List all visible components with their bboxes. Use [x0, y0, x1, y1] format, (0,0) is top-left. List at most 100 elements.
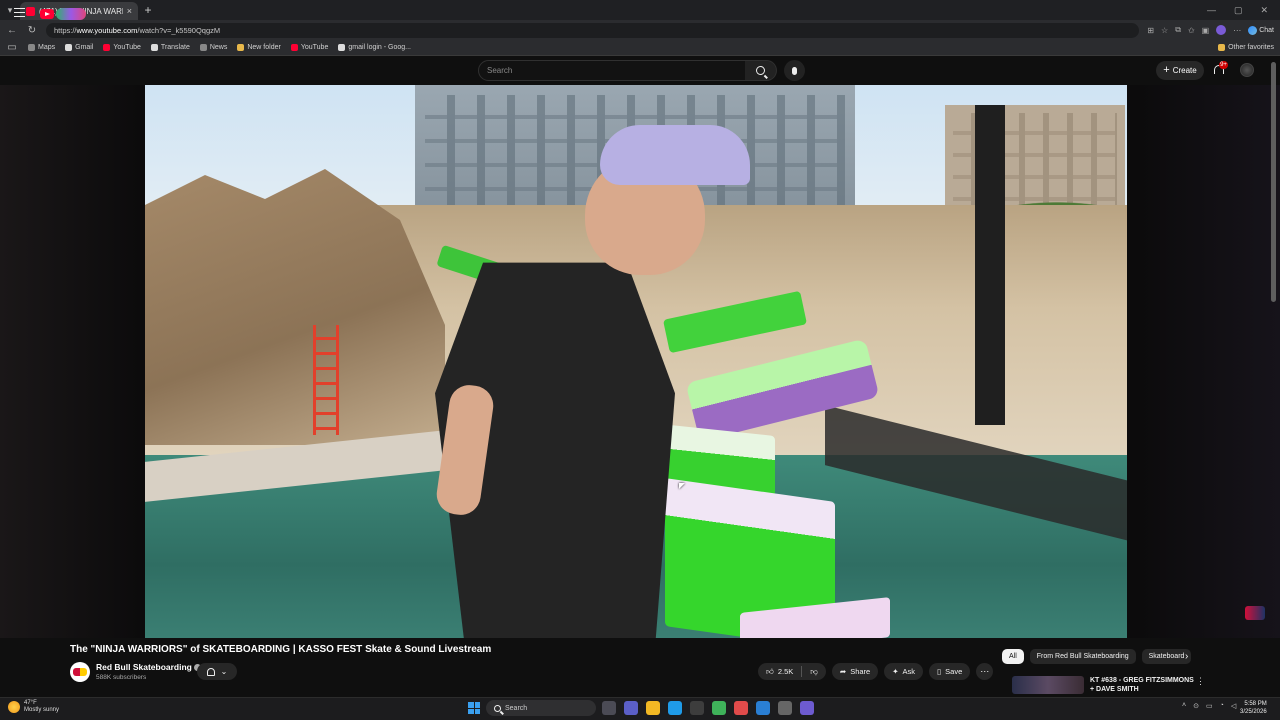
teams-icon[interactable]	[624, 701, 638, 715]
app-icon[interactable]	[778, 701, 792, 715]
profile-icon[interactable]	[1216, 25, 1227, 35]
guide-menu-icon[interactable]	[14, 8, 25, 17]
channel-avatar[interactable]	[70, 662, 90, 682]
folder-icon	[1218, 44, 1226, 51]
bookmark-new-folder[interactable]: New folder	[237, 44, 281, 51]
bookmark-label: Translate	[160, 44, 190, 51]
bookmarks-menu-icon[interactable]: ▭	[6, 42, 18, 53]
favorite-star-icon[interactable]: ☆	[1161, 26, 1168, 35]
edge-icon[interactable]	[668, 701, 682, 715]
recommendation-title-line1: KT #638 - GREG FITZSIMMONS	[1090, 677, 1194, 684]
video-actions: 👍︎ 2.5K 👎︎ ➦ Share ✦ Ask ▯ Save ⋯	[758, 663, 994, 680]
bookmark-maps[interactable]: Maps	[28, 44, 55, 51]
weather-widget[interactable]: 47°F Mostly sunny	[8, 700, 59, 714]
sparkle-icon: ✦	[892, 667, 899, 676]
file-explorer-icon[interactable]	[646, 701, 660, 715]
chevron-down-icon: ⌄	[220, 667, 228, 676]
clock-date: 3/25/2026	[1240, 709, 1267, 715]
other-favorites[interactable]: Other favorites	[1218, 44, 1274, 51]
redbull-logo-icon	[73, 668, 87, 676]
restore-icon[interactable]: ▢	[1234, 5, 1243, 16]
favorites-icon[interactable]: ✩	[1188, 26, 1195, 35]
video-speaker-rig	[975, 105, 1005, 425]
account-avatar[interactable]	[1240, 63, 1254, 77]
search-input[interactable]: Search	[478, 60, 746, 81]
recommendation-title[interactable]: KT #638 - GREG FITZSIMMONS + DAVE SMITH	[1090, 676, 1194, 694]
search-button[interactable]	[745, 60, 777, 81]
window-controls: — ▢ ✕	[1207, 5, 1280, 16]
recommendation-more-icon[interactable]: ⋮	[1196, 676, 1205, 687]
chip-all[interactable]: All	[1002, 649, 1024, 664]
close-window-icon[interactable]: ✕	[1260, 5, 1268, 16]
app-icon[interactable]	[756, 701, 770, 715]
weather-text: 47°F Mostly sunny	[24, 700, 59, 714]
search-placeholder: Search	[487, 66, 513, 75]
taskbar-search[interactable]: Search	[486, 700, 596, 716]
taskbar-clock[interactable]: 5:58 PM 3/25/2026	[1240, 700, 1267, 716]
bookmark-label: Gmail	[75, 44, 94, 51]
url-prefix: https://	[54, 25, 77, 35]
windows-start-icon[interactable]	[468, 702, 480, 714]
save-button[interactable]: ▯ Save	[929, 663, 971, 680]
app-icon[interactable]	[734, 701, 748, 715]
display-icon[interactable]: ▭	[1206, 702, 1213, 710]
close-tab-icon[interactable]: ×	[127, 6, 132, 16]
dislike-button[interactable]: 👎︎	[802, 667, 826, 677]
more-menu-icon[interactable]: ⋯	[1233, 26, 1241, 35]
new-tab-button[interactable]: +	[138, 3, 158, 17]
bookmark-youtube[interactable]: YouTube	[103, 44, 141, 51]
store-icon[interactable]	[690, 701, 704, 715]
app-icon[interactable]	[800, 701, 814, 715]
bookmark-label: YouTube	[113, 44, 141, 51]
collections-icon[interactable]: ▣	[1202, 26, 1210, 35]
bookmark-youtube-2[interactable]: YouTube	[290, 44, 328, 51]
youtube-icon	[290, 44, 298, 51]
bookmark-gmail-login[interactable]: gmail login - Goog...	[338, 44, 411, 51]
bookmark-gmail[interactable]: Gmail	[65, 44, 93, 51]
search-icon	[494, 704, 501, 712]
url-path: /watch?v=_k5590QqgzM	[137, 25, 221, 35]
app-icon[interactable]	[712, 701, 726, 715]
copilot-icon	[1248, 25, 1258, 35]
folder-icon	[237, 44, 245, 51]
chat-button[interactable]: Chat	[1248, 25, 1274, 35]
chip-from-channel[interactable]: From Red Bull Skateboarding	[1029, 649, 1136, 664]
voice-search-button[interactable]	[784, 60, 805, 81]
subscribed-notifications-button[interactable]: ⌄	[197, 663, 237, 680]
volume-icon[interactable]: ◁	[1231, 702, 1236, 710]
recommendation-thumbnail[interactable]	[1012, 676, 1084, 694]
task-view-icon[interactable]	[602, 701, 616, 715]
weather-temp: 47°F	[24, 700, 37, 706]
bookmark-translate[interactable]: Translate	[150, 44, 190, 51]
redbull-watermark-icon[interactable]	[1245, 606, 1265, 620]
page-scrollbar[interactable]	[1271, 62, 1276, 302]
create-label: Create	[1172, 66, 1197, 75]
like-dislike-group: 👍︎ 2.5K 👎︎	[758, 663, 826, 680]
ask-button[interactable]: ✦ Ask	[884, 663, 924, 680]
wifi-icon[interactable]: ◔	[1220, 702, 1224, 710]
refresh-icon[interactable]: ↻	[26, 25, 38, 36]
channel-name[interactable]: Red Bull Skateboarding	[96, 662, 201, 672]
youtube-logo[interactable]	[40, 8, 86, 20]
like-button[interactable]: 👍︎ 2.5K	[758, 667, 801, 677]
sun-icon	[8, 701, 20, 713]
location-icon[interactable]: ⊙	[1193, 702, 1199, 710]
chip-skateboard[interactable]: Skateboard	[1141, 649, 1192, 664]
minimize-icon[interactable]: —	[1207, 5, 1216, 16]
share-button[interactable]: ➦ Share	[831, 663, 879, 680]
notifications-bell-icon[interactable]: 9+	[1212, 61, 1228, 76]
video-player[interactable]	[145, 85, 1127, 638]
create-button[interactable]: + Create	[1156, 61, 1204, 80]
split-screen-icon[interactable]: ⧉	[1175, 25, 1181, 35]
ask-label: Ask	[902, 667, 916, 676]
url-field[interactable]: https://www.youtube.com/watch?v=_k5590Qq…	[46, 22, 1140, 38]
back-icon[interactable]: ←	[6, 25, 18, 36]
bookmark-news[interactable]: News	[199, 44, 227, 51]
video-title: The "NINJA WARRIORS" of SKATEBOARDING | …	[70, 644, 492, 655]
more-actions-button[interactable]: ⋯	[976, 663, 994, 680]
read-aloud-icon[interactable]: ⊞	[1147, 26, 1154, 35]
chevron-right-icon[interactable]: ›	[1185, 651, 1188, 662]
taskbar-search-label: Search	[505, 704, 528, 712]
chevron-up-icon[interactable]: ˄	[1182, 702, 1186, 710]
gmail-icon	[65, 44, 73, 51]
